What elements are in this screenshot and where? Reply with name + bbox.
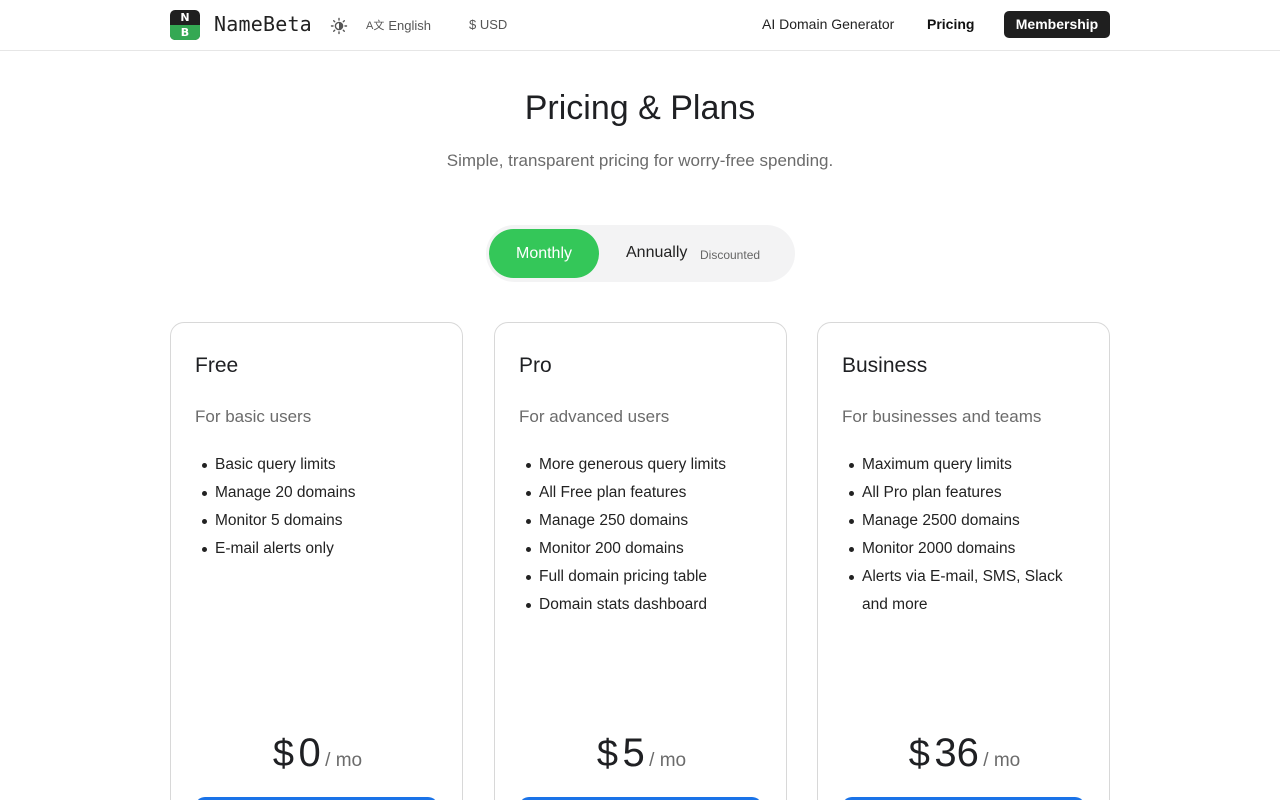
price-amount: 36 xyxy=(934,731,979,775)
nav-link-ai-domain-generator[interactable]: AI Domain Generator xyxy=(762,16,894,32)
price-currency: $ xyxy=(908,733,930,775)
billing-period-toggle: Monthly Annually Discounted xyxy=(486,225,795,282)
plan-feature: Alerts via E-mail, SMS, Slack and more xyxy=(842,563,1092,619)
theme-toggle-icon[interactable] xyxy=(330,17,348,35)
plan-card-free: Free For basic users Basic query limits … xyxy=(170,322,463,800)
plan-feature: All Free plan features xyxy=(519,479,769,507)
plan-feature-list: Maximum query limits All Pro plan featur… xyxy=(842,451,1092,619)
page-title: Pricing & Plans xyxy=(524,89,756,127)
namebeta-logo[interactable]: N B xyxy=(170,10,200,40)
plan-feature: All Pro plan features xyxy=(842,479,1092,507)
page-subtitle: Simple, transparent pricing for worry-fr… xyxy=(446,151,834,170)
price-amount: 5 xyxy=(622,731,645,775)
plan-feature: Monitor 2000 domains xyxy=(842,535,1092,563)
plan-name: Pro xyxy=(519,354,552,377)
plan-description: For businesses and teams xyxy=(842,407,1042,426)
plan-feature-list: Basic query limits Manage 20 domains Mon… xyxy=(195,451,445,563)
plan-name: Business xyxy=(842,354,928,377)
plan-feature: Domain stats dashboard xyxy=(519,591,769,619)
plan-feature: More generous query limits xyxy=(519,451,769,479)
discount-badge: Discounted xyxy=(700,248,761,262)
translate-icon: A文 xyxy=(366,20,385,32)
price-currency: $ xyxy=(272,733,295,775)
language-selector[interactable]: A文 English xyxy=(366,17,431,33)
plan-feature: Monitor 5 domains xyxy=(195,507,445,535)
logo-letter-top: N xyxy=(180,11,190,24)
plan-feature: Maximum query limits xyxy=(842,451,1092,479)
plan-feature: Monitor 200 domains xyxy=(519,535,769,563)
plan-description: For advanced users xyxy=(519,407,670,426)
brand-name[interactable]: NameBeta xyxy=(214,12,312,36)
price-amount: 0 xyxy=(298,731,321,775)
plan-card-business: Business For businesses and teams Maximu… xyxy=(817,322,1110,800)
plan-price: $ 0 / mo xyxy=(171,731,464,776)
price-period: / mo xyxy=(983,750,1021,771)
plan-feature: Manage 20 domains xyxy=(195,479,445,507)
price-period: / mo xyxy=(325,750,363,771)
plan-description: For basic users xyxy=(195,407,312,426)
price-currency: $ xyxy=(596,733,619,775)
plan-name: Free xyxy=(195,354,239,377)
membership-button[interactable]: Membership xyxy=(1004,11,1110,38)
plan-feature: E-mail alerts only xyxy=(195,535,445,563)
currency-selector[interactable]: $ USD xyxy=(469,17,507,32)
plan-feature: Manage 250 domains xyxy=(519,507,769,535)
language-label: English xyxy=(388,17,431,33)
plan-feature: Manage 2500 domains xyxy=(842,507,1092,535)
plan-feature-list: More generous query limits All Free plan… xyxy=(519,451,769,619)
logo-letter-bottom: B xyxy=(180,26,190,39)
plan-feature: Basic query limits xyxy=(195,451,445,479)
plan-card-pro: Pro For advanced users More generous que… xyxy=(494,322,787,800)
plan-price: $ 5 / mo xyxy=(495,731,788,776)
billing-monthly-option[interactable]: Monthly xyxy=(489,229,599,278)
plan-feature: Full domain pricing table xyxy=(519,563,769,591)
top-nav-bar: N B NameBeta A文 English $ USD AI Domain … xyxy=(0,0,1280,51)
nav-link-pricing[interactable]: Pricing xyxy=(927,16,974,32)
plan-price: $ 36 / mo xyxy=(818,731,1111,776)
price-period: / mo xyxy=(649,750,687,771)
billing-annually-option[interactable]: Annually xyxy=(626,244,687,262)
